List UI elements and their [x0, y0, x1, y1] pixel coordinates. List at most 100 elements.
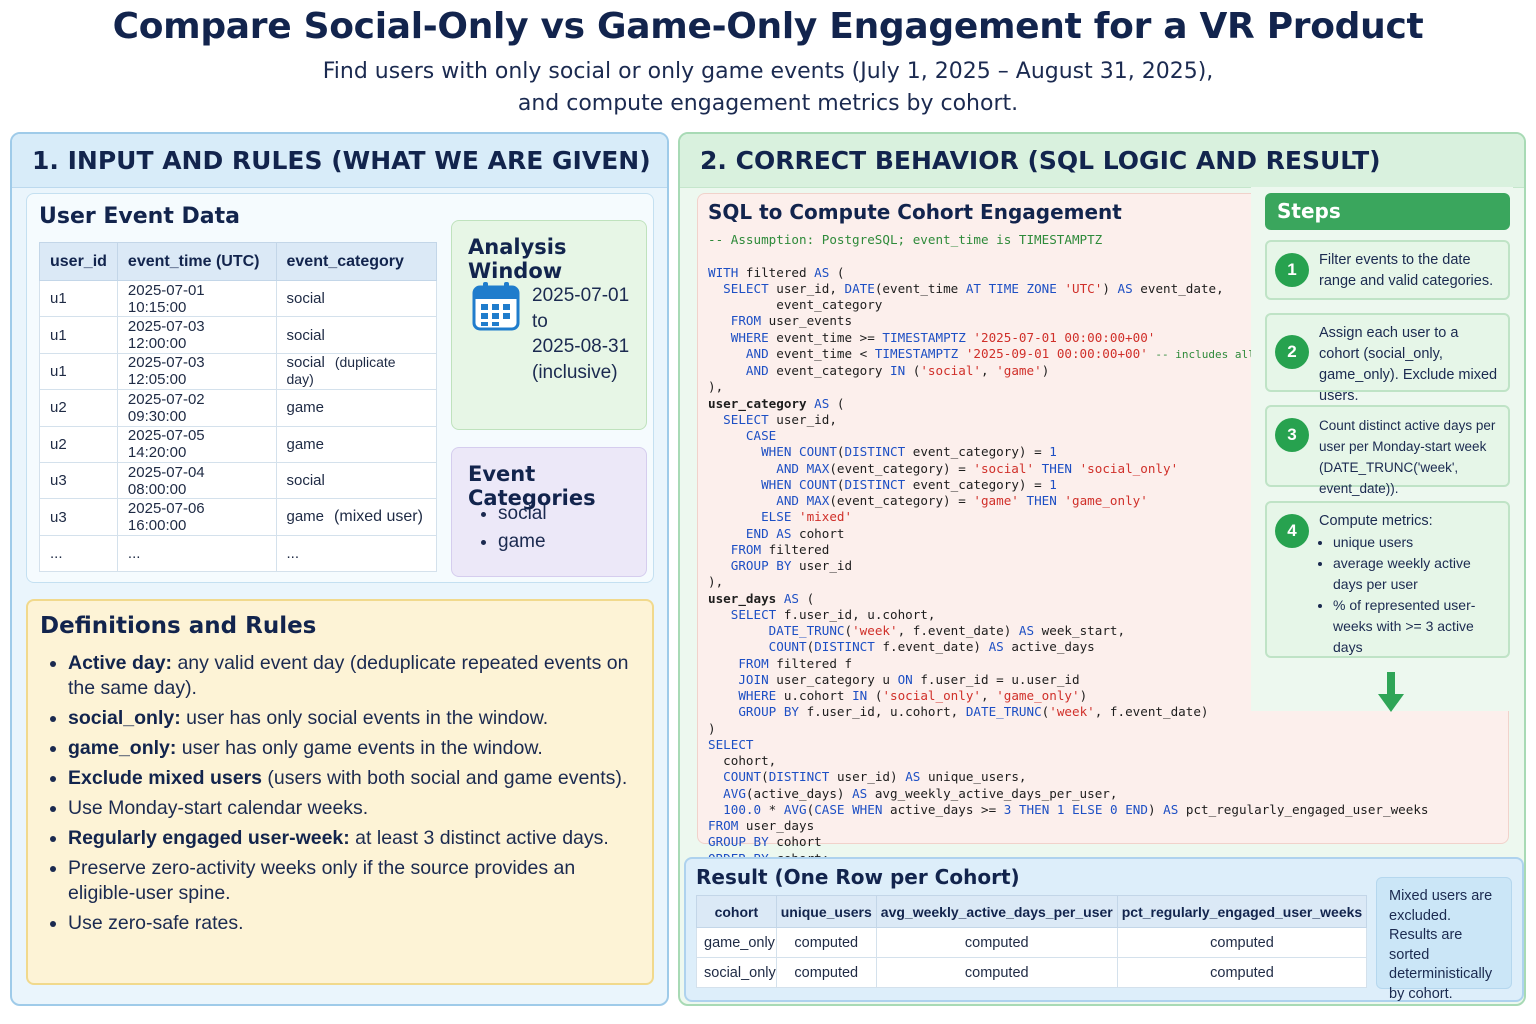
event-categories-card: Event Categories social game	[451, 447, 647, 577]
user-event-data-title: User Event Data	[39, 204, 240, 229]
cell-cohort: game_only	[696, 927, 777, 958]
list-item: average weekly active days per user	[1333, 553, 1502, 595]
window-to-label: to	[532, 310, 548, 332]
rules-list: Active day: any valid event day (dedupli…	[68, 651, 638, 941]
cell-category: ...	[275, 534, 437, 573]
list-item: Active day: any valid event day (dedupli…	[68, 651, 638, 701]
cell-event-time: 2025-07-06 16:00:00	[116, 498, 277, 536]
step-4-bullets: unique users average weekly active days …	[1333, 532, 1502, 658]
cell-value: computed	[1116, 957, 1368, 988]
list-item: Use Monday-start calendar weeks.	[68, 796, 638, 821]
cell-category: game (mixed user)	[275, 498, 437, 536]
table-row: u2 2025-07-05 14:20:00 game	[39, 425, 437, 463]
cell-value: computed	[775, 957, 877, 988]
table-row: game_only computed computed computed	[696, 927, 1368, 958]
step-text: Count distinct active days per user per …	[1319, 418, 1496, 496]
cell-user-id: u2	[39, 389, 118, 427]
cell-category: social	[275, 316, 437, 354]
rule-term: social_only:	[68, 707, 181, 729]
cell-user-id: ...	[39, 534, 118, 573]
subtitle-line-2: and compute engagement metrics by cohort…	[517, 91, 1019, 116]
analysis-window-range: 2025-07-01 to 2025-08-31 (inclusive)	[532, 283, 629, 385]
definitions-rules-title: Definitions and Rules	[40, 613, 317, 639]
analysis-window-title: Analysis Window	[468, 235, 567, 283]
result-table: cohort unique_users avg_weekly_active_da…	[696, 895, 1368, 988]
category-value: game	[286, 399, 325, 417]
cell-value: computed	[875, 957, 1118, 988]
step-number-badge: 2	[1275, 335, 1309, 369]
table-header-row: cohort unique_users avg_weekly_active_da…	[696, 895, 1368, 928]
cell-user-id: u3	[39, 498, 118, 536]
event-categories-list: social game	[498, 500, 547, 556]
list-item: Preserve zero-activity weeks only if the…	[68, 856, 638, 906]
cell-event-time: 2025-07-03 12:05:00	[116, 352, 277, 391]
result-title: Result (One Row per Cohort)	[696, 865, 1020, 889]
rule-text: at least 3 distinct active days.	[349, 827, 609, 849]
column-header: pct_regularly_engaged_user_weeks	[1116, 895, 1368, 928]
step-3: 3 Count distinct active days per user pe…	[1265, 405, 1510, 496]
list-item: Use zero-safe rates.	[68, 911, 638, 936]
table-row: .........	[39, 534, 437, 573]
list-item: game_only: user has only game events in …	[68, 736, 638, 761]
cell-user-id: u1	[39, 352, 118, 391]
cell-category: social	[275, 461, 437, 500]
arrow-down-icon	[1378, 672, 1404, 712]
rule-term: Exclude mixed users	[68, 767, 263, 789]
category-value: game	[286, 435, 325, 453]
list-item: unique users	[1333, 532, 1502, 553]
page-title: Compare Social-Only vs Game-Only Engagem…	[112, 6, 1424, 47]
category-value: ...	[286, 544, 300, 562]
step-text: Assign each user to a cohort (social_onl…	[1319, 325, 1498, 404]
step-number-badge: 4	[1275, 514, 1309, 548]
analysis-window-card: Analysis Window 2025-07-01 to 2025-08-31…	[451, 220, 647, 430]
step-1: 1 Filter events to the date range and va…	[1265, 240, 1510, 300]
category-value: social	[286, 326, 325, 344]
step-4: 4 Compute metrics: unique users average …	[1265, 501, 1510, 658]
category-value: game	[286, 508, 325, 526]
table-row: u2 2025-07-02 09:30:00 game	[39, 389, 437, 427]
list-item: Exclude mixed users (users with both soc…	[68, 766, 638, 791]
list-item: social	[498, 500, 547, 528]
list-item: % of represented user-weeks with >= 3 ac…	[1333, 595, 1502, 658]
cell-category: social (duplicate day)	[275, 352, 437, 391]
table-row: social_only computed computed computed	[696, 957, 1368, 988]
list-item: Regularly engaged user-week: at least 3 …	[68, 826, 638, 851]
table-row: u1 2025-07-03 12:00:00 social	[39, 316, 437, 354]
definitions-rules-card: Definitions and Rules Active day: any va…	[26, 599, 654, 985]
page-subtitle: Find users with only social or only game…	[0, 56, 1536, 120]
table-row: u3 2025-07-06 16:00:00 game (mixed user)	[39, 498, 437, 536]
user-event-table: user_id event_time (UTC) event_category …	[39, 242, 437, 573]
cell-value: computed	[775, 927, 877, 958]
rule-text: user has only social events in the windo…	[180, 707, 549, 729]
step-number-badge: 1	[1275, 253, 1309, 287]
cell-event-time: 2025-07-05 14:20:00	[116, 425, 277, 463]
correct-behavior-heading: 2. CORRECT BEHAVIOR (SQL LOGIC AND RESUL…	[680, 134, 1524, 188]
cell-user-id: u2	[39, 425, 118, 463]
column-header: event_category	[275, 242, 437, 281]
step-4-heading: Compute metrics:	[1319, 513, 1433, 529]
column-header: cohort	[696, 895, 777, 928]
step-text: Compute metrics: unique users average we…	[1319, 511, 1502, 658]
cell-value: computed	[1116, 927, 1368, 958]
rule-term: game_only:	[68, 737, 177, 759]
table-row: u1 2025-07-01 10:15:00 social	[39, 279, 437, 318]
step-text: Filter events to the date range and vali…	[1319, 252, 1494, 289]
list-item: game	[498, 528, 547, 556]
rule-text: (users with both social and game events)…	[262, 767, 628, 789]
cell-value: computed	[875, 927, 1118, 958]
rule-text: Preserve zero-activity weeks only if the…	[68, 857, 576, 904]
list-item: social_only: user has only social events…	[68, 706, 638, 731]
window-inclusive-label: (inclusive)	[532, 361, 618, 383]
table-row: u3 2025-07-04 08:00:00 social	[39, 461, 437, 500]
table-header-row: user_id event_time (UTC) event_category	[39, 242, 437, 281]
cell-category: social	[275, 279, 437, 318]
calendar-icon	[472, 282, 520, 331]
rule-text: user has only game events in the window.	[176, 737, 543, 759]
sql-title: SQL to Compute Cohort Engagement	[708, 200, 1122, 224]
cell-category: game	[275, 425, 437, 463]
cell-user-id: u1	[39, 279, 118, 318]
category-value: social	[286, 290, 325, 308]
column-header: unique_users	[775, 895, 877, 928]
cell-user-id: u1	[39, 316, 118, 354]
cell-event-time: 2025-07-04 08:00:00	[116, 461, 277, 500]
